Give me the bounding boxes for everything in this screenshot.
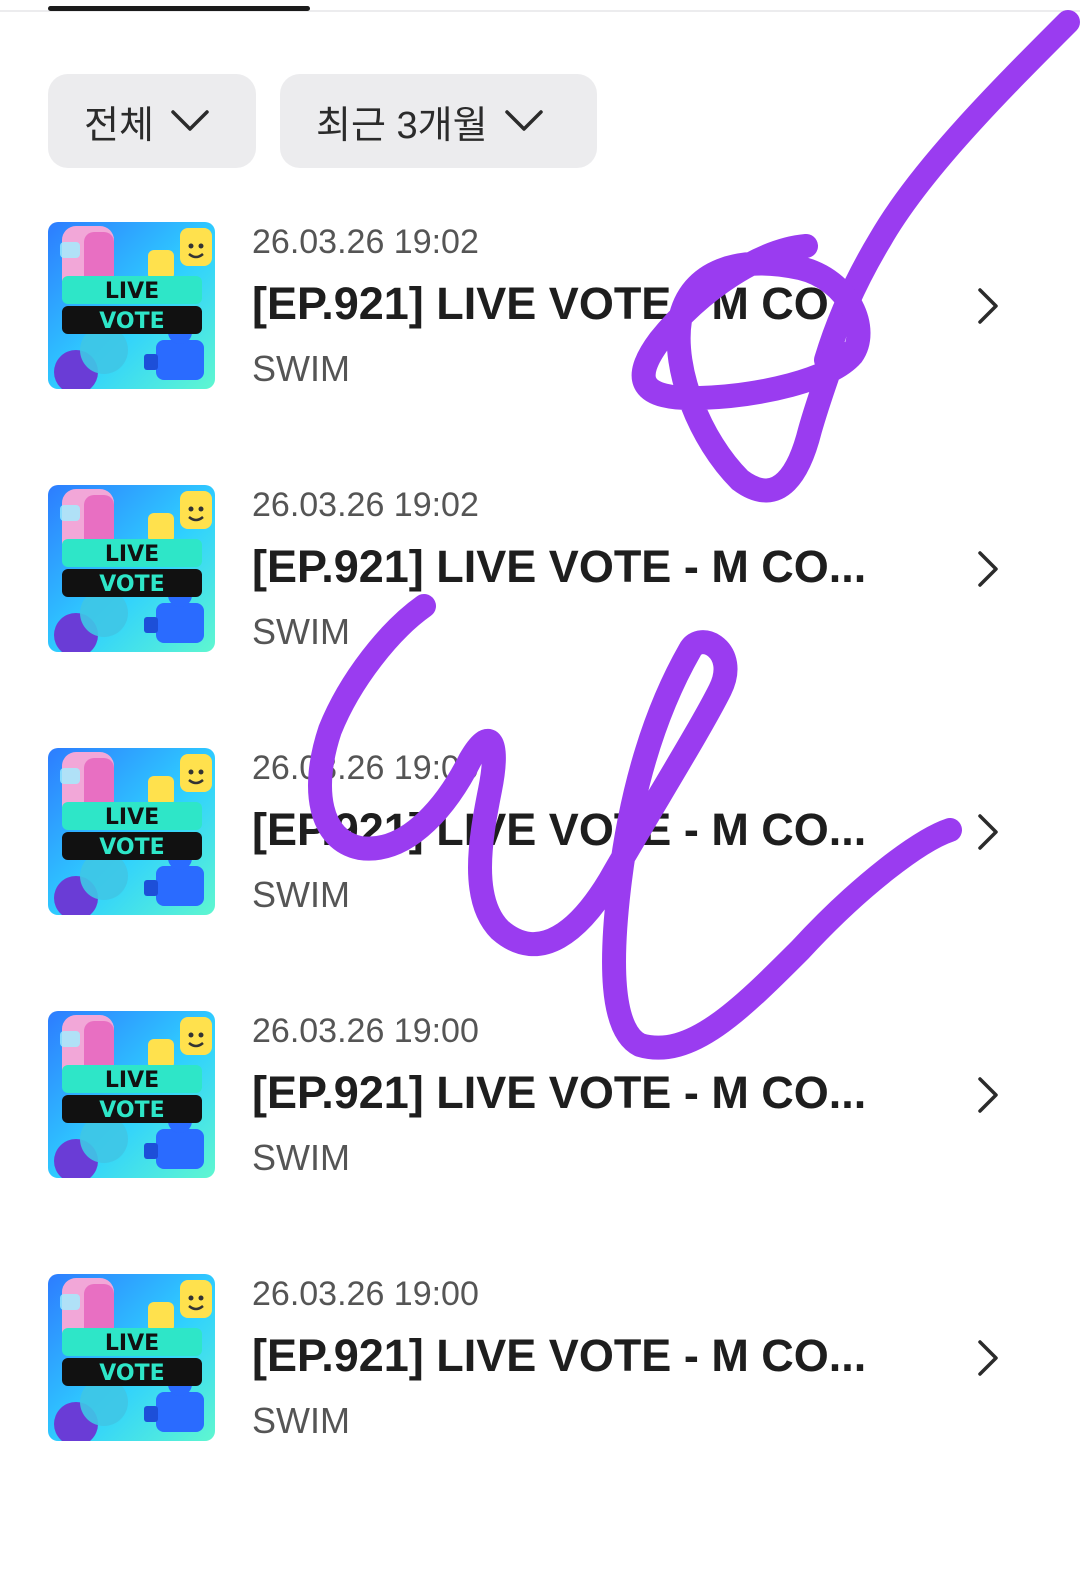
item-date: 26.03.26 19:02	[252, 223, 479, 261]
svg-text:VOTE: VOTE	[99, 572, 164, 597]
chevron-down-icon	[170, 101, 210, 141]
live-vote-thumbnail: LIVE VOTE	[48, 222, 215, 389]
list-item[interactable]: LIVE VOTE 26.03.26 19:02 [EP.921] LIVE VO…	[48, 485, 1032, 748]
list-item[interactable]: LIVE VOTE 26.03.26 19:00 [EP.921] LIVE VO…	[48, 1011, 1032, 1274]
live-vote-thumbnail: LIVE VOTE	[48, 1274, 215, 1441]
chevron-right-icon	[968, 284, 1008, 328]
chevron-right-icon	[968, 547, 1008, 591]
item-date: 26.03.26 19:00	[252, 1012, 479, 1050]
vote-history-list: LIVE VOTE 26.03.26 19:02 [EP.921] LIVE VO…	[48, 222, 1032, 1537]
history-page: 전체 최근 3개월 LIVE VOTE 26.03.26 19:02 [EP.92…	[0, 0, 1080, 1576]
item-artist: SWIM	[252, 1400, 350, 1441]
svg-text:LIVE: LIVE	[105, 542, 159, 567]
period-filter-dropdown[interactable]: 최근 3개월	[280, 74, 597, 168]
list-item[interactable]: LIVE VOTE 26.03.26 19:00 [EP.921] LIVE VO…	[48, 1274, 1032, 1537]
category-filter-label: 전체	[84, 104, 154, 147]
svg-text:LIVE: LIVE	[105, 805, 159, 830]
list-item[interactable]: LIVE VOTE 26.03.26 19:02 [EP.921] LIVE VO…	[48, 222, 1032, 485]
item-artist: SWIM	[252, 1137, 350, 1178]
item-date: 26.03.26 19:02	[252, 486, 479, 524]
svg-text:VOTE: VOTE	[99, 309, 164, 334]
active-tab-indicator	[48, 6, 310, 11]
svg-text:LIVE: LIVE	[105, 1068, 159, 1093]
svg-text:LIVE: LIVE	[105, 1331, 159, 1356]
filter-bar: 전체 최근 3개월	[48, 74, 597, 168]
item-artist: SWIM	[252, 611, 350, 652]
item-date: 26.03.26 19:00	[252, 749, 479, 787]
category-filter-dropdown[interactable]: 전체	[48, 74, 256, 168]
svg-text:VOTE: VOTE	[99, 1361, 164, 1386]
item-date: 26.03.26 19:00	[252, 1275, 479, 1313]
live-vote-thumbnail: LIVE VOTE	[48, 1011, 215, 1178]
item-title: [EP.921] LIVE VOTE - M CO...	[252, 1067, 867, 1118]
live-vote-thumbnail: LIVE VOTE	[48, 748, 215, 915]
item-title: [EP.921] LIVE VOTE - M CO...	[252, 541, 867, 592]
svg-text:LIVE: LIVE	[105, 279, 159, 304]
item-title: [EP.921] LIVE VOTE - M CO...	[252, 1330, 867, 1381]
chevron-right-icon	[968, 1336, 1008, 1380]
item-artist: SWIM	[252, 348, 350, 389]
svg-text:VOTE: VOTE	[99, 1098, 164, 1123]
chevron-down-icon	[504, 101, 544, 141]
item-artist: SWIM	[252, 874, 350, 915]
list-item[interactable]: LIVE VOTE 26.03.26 19:00 [EP.921] LIVE VO…	[48, 748, 1032, 1011]
item-title: [EP.921] LIVE VOTE - M CO...	[252, 278, 867, 329]
item-title: [EP.921] LIVE VOTE - M CO...	[252, 804, 867, 855]
chevron-right-icon	[968, 1073, 1008, 1117]
live-vote-thumbnail: LIVE VOTE	[48, 485, 215, 652]
svg-text:VOTE: VOTE	[99, 835, 164, 860]
chevron-right-icon	[968, 810, 1008, 854]
period-filter-label: 최근 3개월	[316, 104, 488, 147]
